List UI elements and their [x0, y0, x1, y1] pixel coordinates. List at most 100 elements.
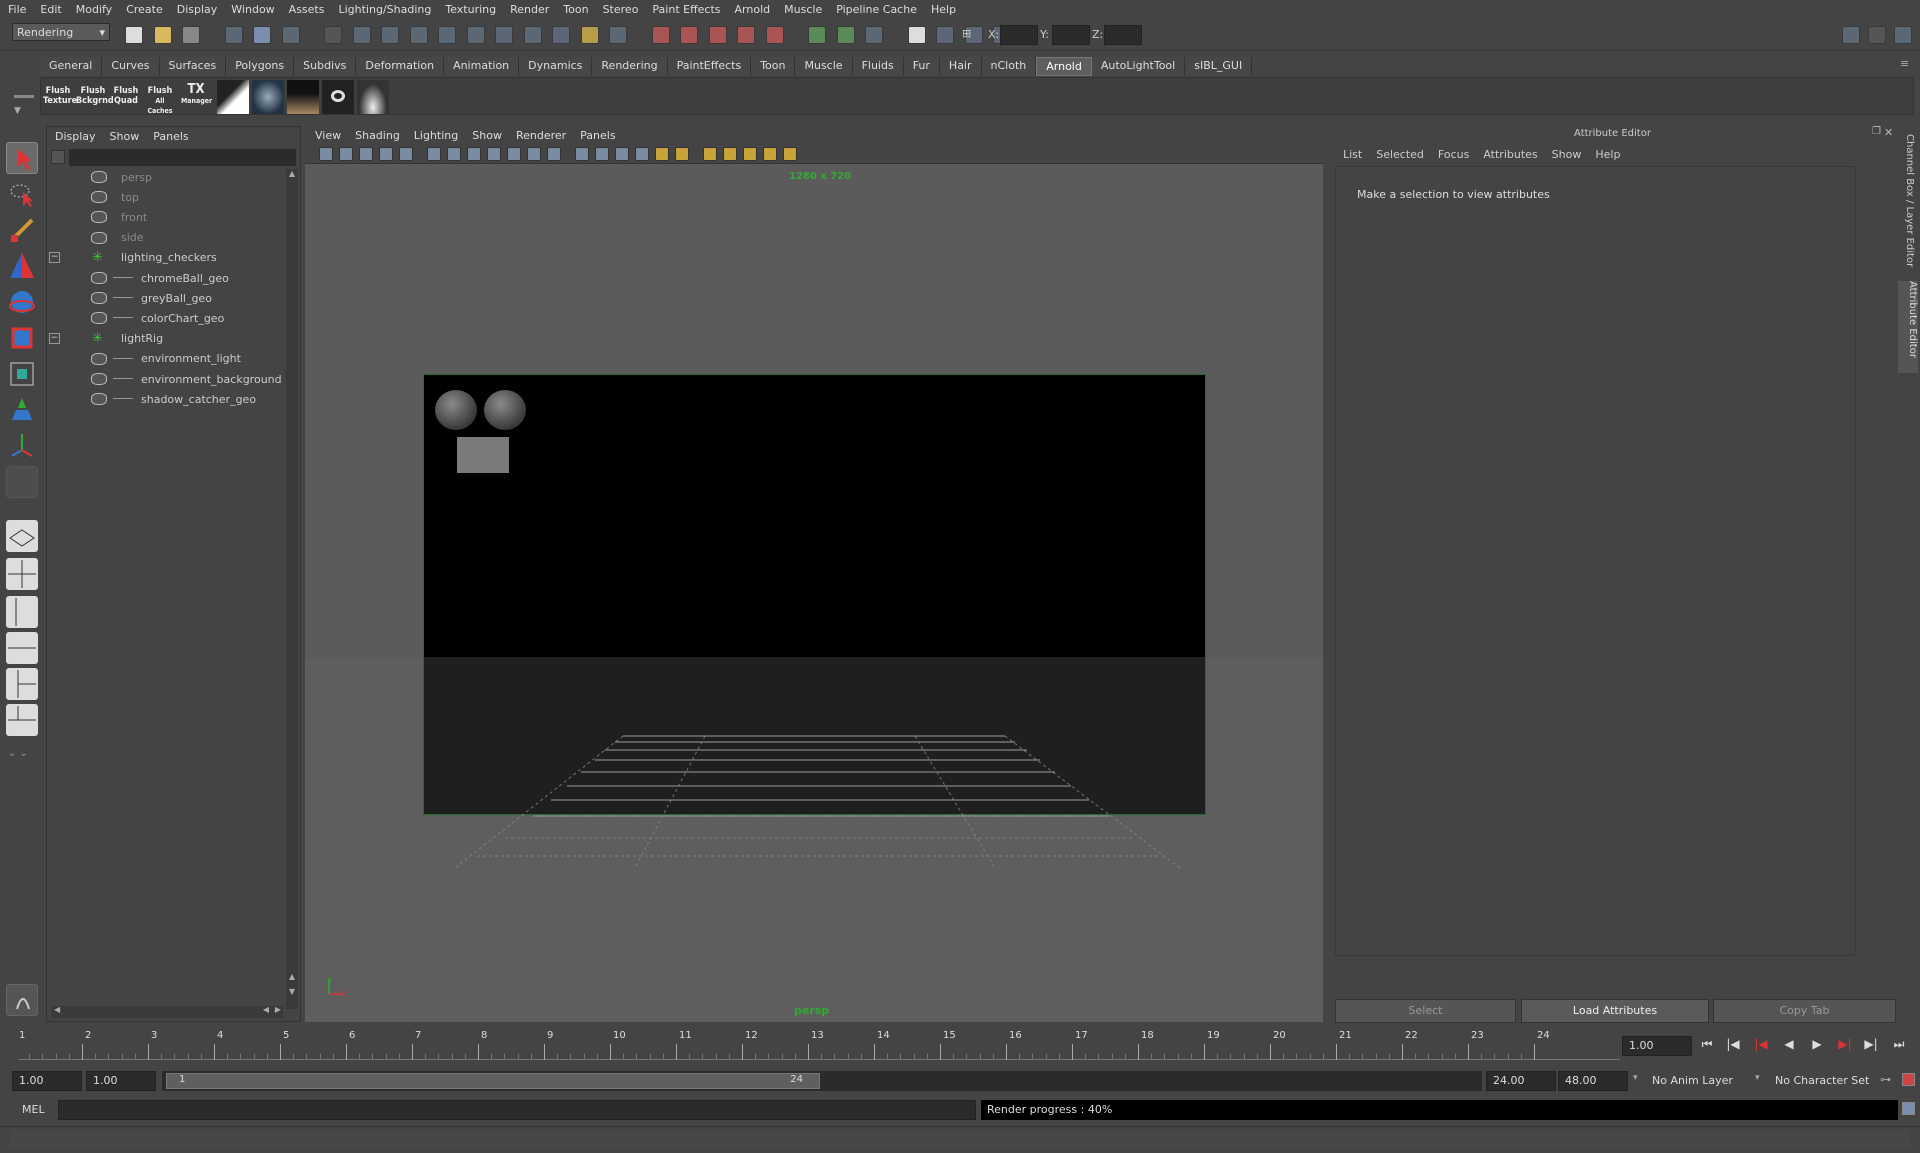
command-input[interactable]: [58, 1100, 976, 1120]
chevron-down-icon[interactable]: ⌄ ⌄: [8, 748, 28, 759]
show-manipulator-icon[interactable]: [6, 430, 38, 462]
render-frame-icon[interactable]: [680, 26, 698, 44]
shelf-tab-general[interactable]: General: [40, 57, 103, 76]
flush-texture-button[interactable]: Flush Texture: [43, 80, 77, 114]
four-view-layout-icon[interactable]: [6, 558, 38, 590]
play-backwards-icon[interactable]: ◀: [1780, 1037, 1798, 1053]
range-slider-track[interactable]: 1 24: [162, 1071, 1482, 1091]
shelf-tab-sibl-gui[interactable]: sIBL_GUI: [1185, 57, 1253, 76]
select-button[interactable]: Select: [1335, 999, 1516, 1023]
ae-menu-selected[interactable]: Selected: [1376, 148, 1424, 161]
outliner-item[interactable]: − ✳ lighting_checkers: [47, 248, 287, 268]
snap-view-icon[interactable]: [523, 26, 542, 44]
playback-end-field[interactable]: 24.00: [1486, 1071, 1556, 1091]
hypershade-icon[interactable]: [808, 26, 826, 44]
ae-menu-attributes[interactable]: Attributes: [1483, 148, 1537, 161]
toggle-channel-box-icon[interactable]: [1894, 26, 1912, 44]
time-slider[interactable]: 1 2 3 4 5 6 7 8 9 10 11 12 13 14 15 16 17 18 19 20 21 22 23 24: [12, 1030, 1620, 1060]
menu-toon[interactable]: Toon: [563, 3, 588, 16]
play-forwards-icon[interactable]: ▶: [1808, 1037, 1826, 1053]
area-light-icon[interactable]: [217, 80, 249, 114]
move-tool-icon[interactable]: [6, 250, 38, 282]
filter-icon[interactable]: [51, 150, 65, 164]
shelf-menu[interactable]: ▼: [14, 57, 34, 117]
playback-start-field[interactable]: 1.00: [86, 1071, 156, 1091]
outliner-item[interactable]: shadow_catcher_geo: [47, 389, 287, 409]
outliner-item[interactable]: environment_light: [47, 349, 287, 369]
mask-menu-icon[interactable]: [324, 26, 342, 44]
select-component-icon[interactable]: [281, 26, 300, 44]
x-field[interactable]: [1000, 25, 1038, 45]
light-portal-icon[interactable]: [357, 80, 389, 114]
shelf-tab-fluids[interactable]: Fluids: [852, 57, 904, 76]
flush-quad-button[interactable]: Flush Quad: [113, 80, 139, 114]
animation-preferences-icon[interactable]: [1902, 1073, 1915, 1086]
menu-edit[interactable]: Edit: [40, 3, 61, 16]
character-set-dropdown[interactable]: No Character Set: [1775, 1074, 1869, 1087]
shelf-options-icon[interactable]: ≡: [1900, 57, 1909, 70]
step-forward-key-icon[interactable]: ▶|: [1862, 1037, 1880, 1053]
help-icon[interactable]: [552, 26, 570, 44]
current-time-marker[interactable]: [16, 1030, 19, 1060]
render-settings-icon[interactable]: [737, 26, 755, 44]
shelf-tab-painteffects[interactable]: PaintEffects: [667, 57, 752, 76]
script-language-label[interactable]: MEL: [22, 1103, 45, 1116]
graph-editor-icon[interactable]: [936, 26, 954, 44]
channel-box-tab[interactable]: Channel Box / Layer Editor: [1901, 134, 1915, 274]
select-tool-icon[interactable]: [6, 142, 38, 174]
shelf-tab-animation[interactable]: Animation: [444, 57, 520, 76]
close-icon[interactable]: ✕: [1884, 126, 1893, 139]
persp-graph-layout-icon[interactable]: [6, 632, 38, 664]
render-view-icon[interactable]: [765, 26, 784, 44]
script-editor-icon[interactable]: [907, 26, 926, 44]
menu-help[interactable]: Help: [931, 3, 956, 16]
load-attributes-button[interactable]: Load Attributes: [1521, 999, 1709, 1023]
shelf-tab-toon[interactable]: Toon: [751, 57, 796, 76]
y-field[interactable]: [1052, 25, 1090, 45]
animation-start-field[interactable]: 1.00: [12, 1071, 82, 1091]
copy-tab-button[interactable]: Copy Tab: [1713, 999, 1896, 1023]
chevron-down-icon[interactable]: ▾: [1633, 1073, 1638, 1083]
tx-manager-button[interactable]: TX Manager: [181, 80, 212, 114]
menu-render[interactable]: Render: [510, 3, 549, 16]
go-to-start-icon[interactable]: ⏮: [1698, 1037, 1716, 1053]
animation-end-field[interactable]: 48.00: [1558, 1071, 1628, 1091]
outliner-item[interactable]: persp: [47, 167, 287, 187]
outliner-search-input[interactable]: [69, 149, 296, 166]
flush-all-caches-button[interactable]: Flush All Caches: [142, 80, 178, 115]
last-tool-slot[interactable]: [6, 466, 38, 498]
current-frame-field[interactable]: 1.00: [1622, 1036, 1692, 1056]
scroll-left-icon[interactable]: ◀: [263, 1005, 269, 1014]
save-scene-icon[interactable]: [182, 26, 200, 44]
toggle-tool-settings-icon[interactable]: [1868, 26, 1886, 44]
new-scene-icon[interactable]: [125, 26, 143, 44]
menu-file[interactable]: File: [8, 3, 26, 16]
range-slider-handle[interactable]: 1 24: [166, 1073, 820, 1089]
select-hierarchy-icon[interactable]: [224, 26, 243, 44]
transform-icon[interactable]: ⊞: [962, 27, 971, 40]
menu-pipeline-cache[interactable]: Pipeline Cache: [836, 3, 917, 16]
viewport-panel[interactable]: View Shading Lighting Show Renderer Panels 12…: [305, 126, 1323, 1022]
universal-manipulator-icon[interactable]: [6, 358, 38, 390]
shelf-tab-fur[interactable]: Fur: [903, 57, 940, 76]
toggle-attribute-editor-icon[interactable]: [1842, 26, 1860, 44]
shelf-tab-autolighttool[interactable]: AutoLightTool: [1091, 57, 1186, 76]
ae-menu-help[interactable]: Help: [1595, 148, 1620, 161]
menu-create[interactable]: Create: [126, 3, 163, 16]
outliner-item[interactable]: greyBall_geo: [47, 288, 287, 308]
outliner-item[interactable]: − ✳ lightRig: [47, 329, 287, 349]
photometric-light-icon[interactable]: [322, 80, 354, 114]
render-pass-icon[interactable]: [865, 26, 883, 44]
snap-point-icon[interactable]: [409, 26, 428, 44]
scale-tool-icon[interactable]: [6, 322, 38, 354]
outliner-menu-show[interactable]: Show: [110, 130, 140, 143]
outliner-scrollbar[interactable]: ▲: [286, 169, 298, 1009]
shelf-tab-ncloth[interactable]: nCloth: [981, 57, 1037, 76]
scroll-left-icon[interactable]: ◀: [54, 1005, 60, 1014]
menu-arnold[interactable]: Arnold: [735, 3, 771, 16]
anim-layer-dropdown[interactable]: No Anim Layer: [1652, 1074, 1733, 1087]
paint-select-tool-icon[interactable]: [6, 214, 38, 246]
snap-curve-icon[interactable]: [381, 26, 399, 44]
persp-outliner-layout-icon[interactable]: [6, 596, 38, 628]
go-to-end-icon[interactable]: ⏭: [1890, 1037, 1908, 1053]
